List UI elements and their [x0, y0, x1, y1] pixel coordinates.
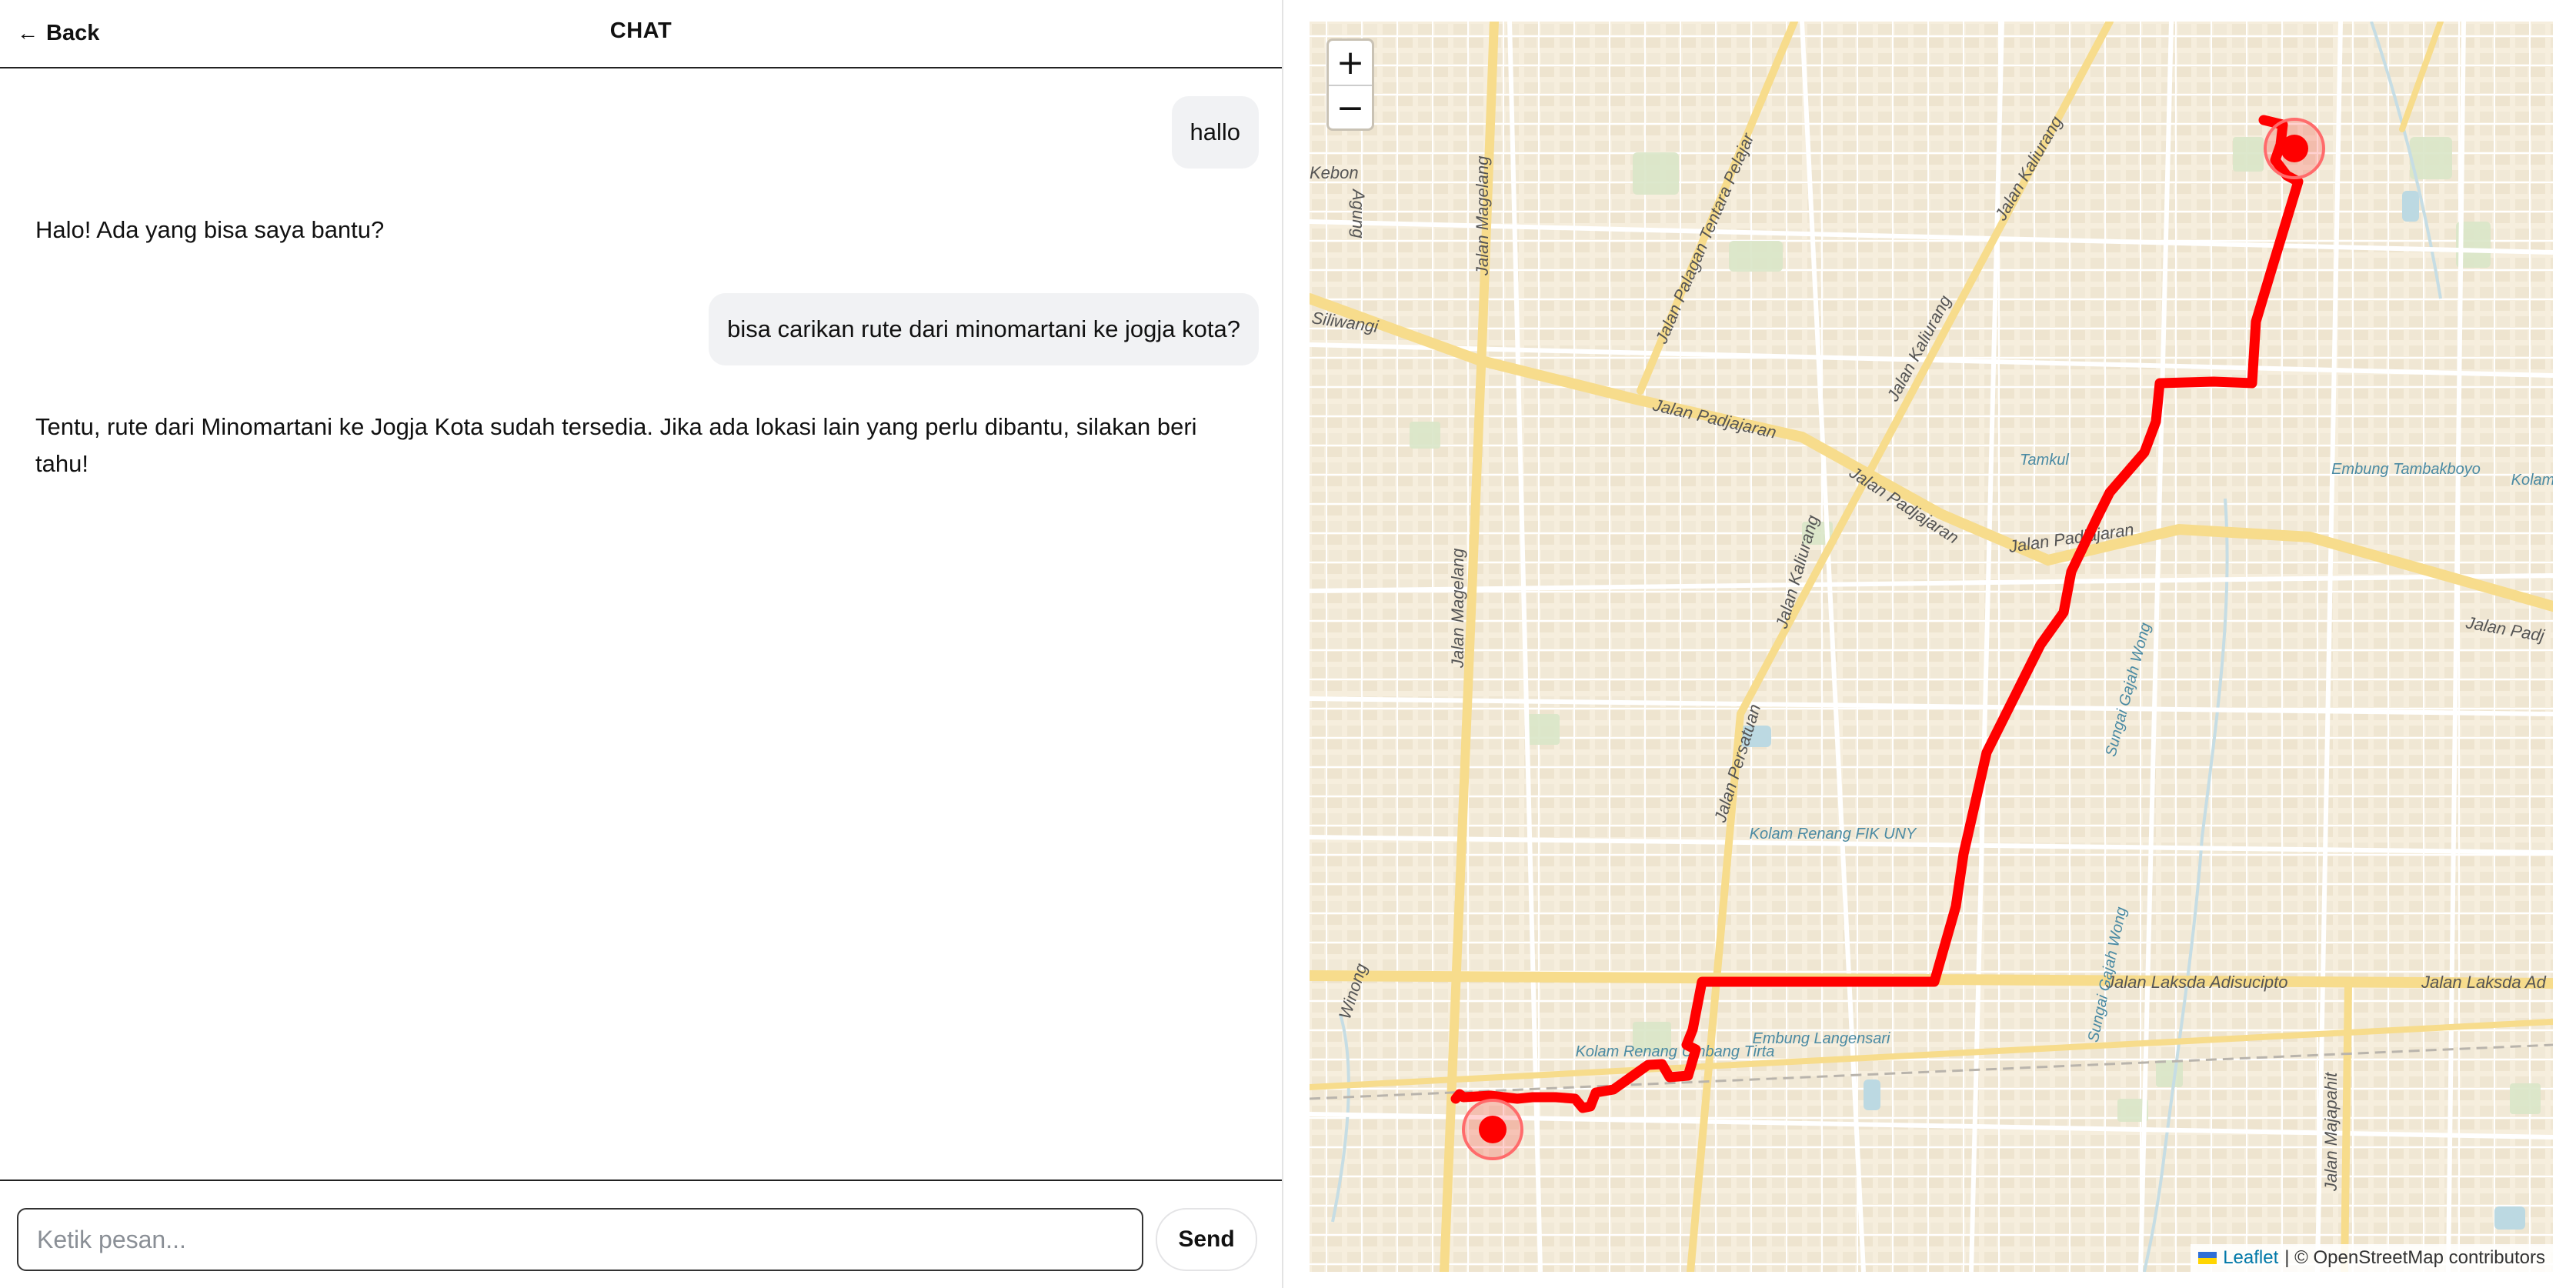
send-button[interactable]: Send: [1156, 1208, 1257, 1271]
map-label: Embung Tambakboyo: [2331, 461, 2481, 478]
assistant-message: Tentu, rute dari Minomartani ke Jogja Ko…: [35, 413, 1197, 477]
map-label: Kolam Renang Umbang Tirta: [1576, 1043, 1775, 1060]
map-label: Embung Langensari: [1752, 1030, 1890, 1047]
destination-marker[interactable]: [1462, 1099, 1523, 1160]
chat-panel: ← Back CHAT hallo Halo! Ada yang bisa sa…: [0, 0, 1282, 1288]
map-label: Kebon: [1310, 163, 1359, 182]
start-marker[interactable]: [2264, 118, 2325, 179]
map-label: Jalan Laksda Ad: [2421, 973, 2547, 992]
map[interactable]: Jalan Magelang Jalan Magelang Jalan Pala…: [1310, 22, 2553, 1272]
map-label: Kolam: [2511, 472, 2553, 489]
map-label: Agung: [1349, 188, 1368, 239]
zoom-out-button[interactable]: −: [1329, 85, 1372, 130]
map-label: Jalan Majapahit: [2321, 1072, 2341, 1192]
assistant-message: Halo! Ada yang bisa saya bantu?: [35, 216, 385, 243]
ukraine-flag-icon: [2198, 1252, 2217, 1264]
zoom-control: + −: [1326, 38, 1374, 131]
chat-header: ← Back CHAT: [0, 0, 1282, 68]
leaflet-link[interactable]: Leaflet: [2223, 1247, 2278, 1269]
message-composer: Send: [0, 1180, 1282, 1288]
user-message: hallo: [1171, 96, 1259, 169]
user-message: bisa carikan rute dari minomartani ke jo…: [709, 293, 1259, 365]
map-label: Jalan Magelang: [1448, 548, 1467, 669]
panel-divider: [1282, 0, 1283, 1288]
message-list: hallo Halo! Ada yang bisa saya bantu? bi…: [0, 68, 1282, 1180]
message-input[interactable]: [17, 1208, 1143, 1271]
map-label: Kolam Renang FIK UNY: [1750, 826, 1917, 843]
map-label: Jalan Magelang: [1473, 155, 1492, 276]
map-label: Jalan Laksda Adisucipto: [2105, 973, 2287, 992]
page-title: CHAT: [609, 18, 672, 43]
map-attribution: Leaflet | © OpenStreetMap contributors: [2191, 1244, 2553, 1272]
osm-attribution-text: | © OpenStreetMap contributors: [2284, 1247, 2545, 1268]
zoom-in-button[interactable]: +: [1329, 41, 1372, 85]
map-tiles: Jalan Magelang Jalan Magelang Jalan Pala…: [1310, 22, 2553, 1272]
map-label: Tamkul: [2020, 452, 2069, 469]
